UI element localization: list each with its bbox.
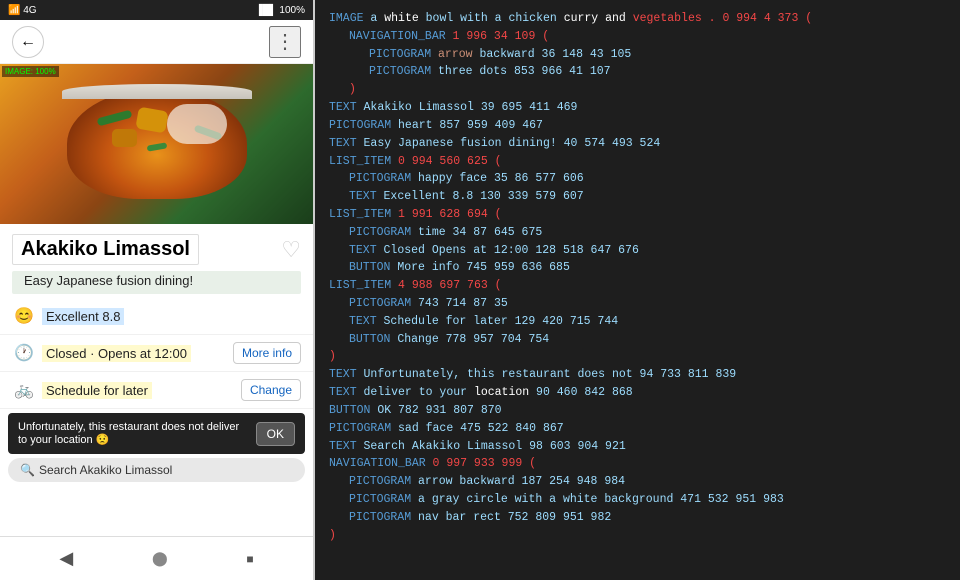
nav-bar-top: ← ⋮ — [0, 20, 313, 64]
code-line: PICTOGRAM three dots 853 966 41 107 — [329, 63, 946, 81]
restaurant-tagline: Easy Japanese fusion dining! — [12, 271, 301, 294]
code-line: TEXT Schedule for later 129 420 715 744 — [329, 313, 946, 331]
code-line: LIST_ITEM 0 994 560 625 ( — [329, 153, 946, 171]
restaurant-header: Akakiko Limassol ♡ — [0, 224, 313, 271]
more-options-button[interactable]: ⋮ — [269, 26, 301, 58]
content-area: Akakiko Limassol ♡ Easy Japanese fusion … — [0, 224, 313, 482]
code-line: LIST_ITEM 4 988 697 763 ( — [329, 277, 946, 295]
search-text: Search Akakiko Limassol — [39, 463, 172, 477]
code-line: BUTTON More info 745 959 636 685 — [329, 259, 946, 277]
code-line: TEXT Unfortunately, this restaurant does… — [329, 366, 946, 384]
status-bar: 📶 4G ▐█▌ 100% — [0, 0, 313, 20]
code-line: ) — [329, 527, 946, 545]
code-line: ) — [329, 348, 946, 366]
delivery-icon: 🚲 — [12, 378, 36, 402]
mobile-panel: 📶 4G ▐█▌ 100% ← ⋮ IMAGE: 100% — [0, 0, 315, 580]
ok-button[interactable]: OK — [256, 422, 295, 446]
more-info-button[interactable]: More info — [233, 342, 301, 364]
code-line: NAVIGATION_BAR 1 996 34 109 ( — [329, 28, 946, 46]
code-line: PICTOGRAM arrow backward 36 148 43 105 — [329, 46, 946, 64]
code-line: TEXT Easy Japanese fusion dining! 40 574… — [329, 135, 946, 153]
nav-square-icon[interactable]: ■ — [246, 552, 253, 566]
search-bar[interactable]: 🔍 Search Akakiko Limassol — [8, 458, 305, 482]
code-line: PICTOGRAM time 34 87 645 675 — [329, 224, 946, 242]
status-right: ▐█▌ 100% — [255, 5, 305, 16]
nav-back-icon[interactable]: ◀ — [59, 548, 73, 569]
code-line: TEXT Closed Opens at 12:00 128 518 647 6… — [329, 242, 946, 260]
nav-circle-icon[interactable]: ⬤ — [152, 550, 168, 567]
code-line: TEXT Excellent 8.8 130 339 579 607 — [329, 188, 946, 206]
change-button[interactable]: Change — [241, 379, 301, 401]
code-line: NAVIGATION_BAR 0 997 933 999 ( — [329, 455, 946, 473]
code-line: TEXT Akakiko Limassol 39 695 411 469 — [329, 99, 946, 117]
happy-face-icon: 😊 — [12, 304, 36, 328]
code-line: IMAGE a white bowl with a chicken curry … — [329, 10, 946, 28]
code-line: BUTTON OK 782 931 807 870 — [329, 402, 946, 420]
delivery-list-item: 🚲 Schedule for later Change — [0, 372, 313, 409]
code-line: PICTOGRAM a gray circle with a white bac… — [329, 491, 946, 509]
code-line: LIST_ITEM 1 991 628 694 ( — [329, 206, 946, 224]
delivery-text: Schedule for later — [42, 382, 152, 399]
code-line: PICTOGRAM arrow backward 187 254 948 984 — [329, 473, 946, 491]
search-icon: 🔍 — [20, 463, 35, 477]
code-line: BUTTON Change 778 957 704 754 — [329, 331, 946, 349]
time-icon: 🕐 — [12, 341, 36, 365]
restaurant-name: Akakiko Limassol — [21, 238, 190, 260]
hours-list-item: 🕐 Closed · Opens at 12:00 More info — [0, 335, 313, 372]
code-panel: IMAGE a white bowl with a chicken curry … — [315, 0, 960, 580]
rating-list-item: 😊 Excellent 8.8 — [0, 298, 313, 335]
code-line: TEXT deliver to your location 90 460 842… — [329, 384, 946, 402]
heart-icon[interactable]: ♡ — [281, 237, 301, 263]
code-line: TEXT Search Akakiko Limassol 98 603 904 … — [329, 438, 946, 456]
warning-box: Unfortunately, this restaurant does not … — [8, 413, 305, 454]
food-image: IMAGE: 100% — [0, 64, 313, 224]
back-button[interactable]: ← — [12, 26, 44, 58]
code-line: PICTOGRAM 743 714 87 35 — [329, 295, 946, 313]
code-line: PICTOGRAM nav bar rect 752 809 951 982 — [329, 509, 946, 527]
code-line: ) — [329, 81, 946, 99]
nav-bar-bottom: ◀ ⬤ ■ — [0, 536, 313, 580]
code-line: PICTOGRAM happy face 35 86 577 606 — [329, 170, 946, 188]
code-line: PICTOGRAM heart 857 959 409 467 — [329, 117, 946, 135]
image-label: IMAGE: 100% — [2, 66, 59, 77]
code-line: PICTOGRAM sad face 475 522 840 867 — [329, 420, 946, 438]
closed-text: Closed · Opens at 12:00 — [42, 345, 191, 362]
status-left: 📶 4G — [8, 5, 37, 16]
warning-text: Unfortunately, this restaurant does not … — [18, 421, 248, 446]
rating-text: Excellent 8.8 — [42, 308, 124, 325]
